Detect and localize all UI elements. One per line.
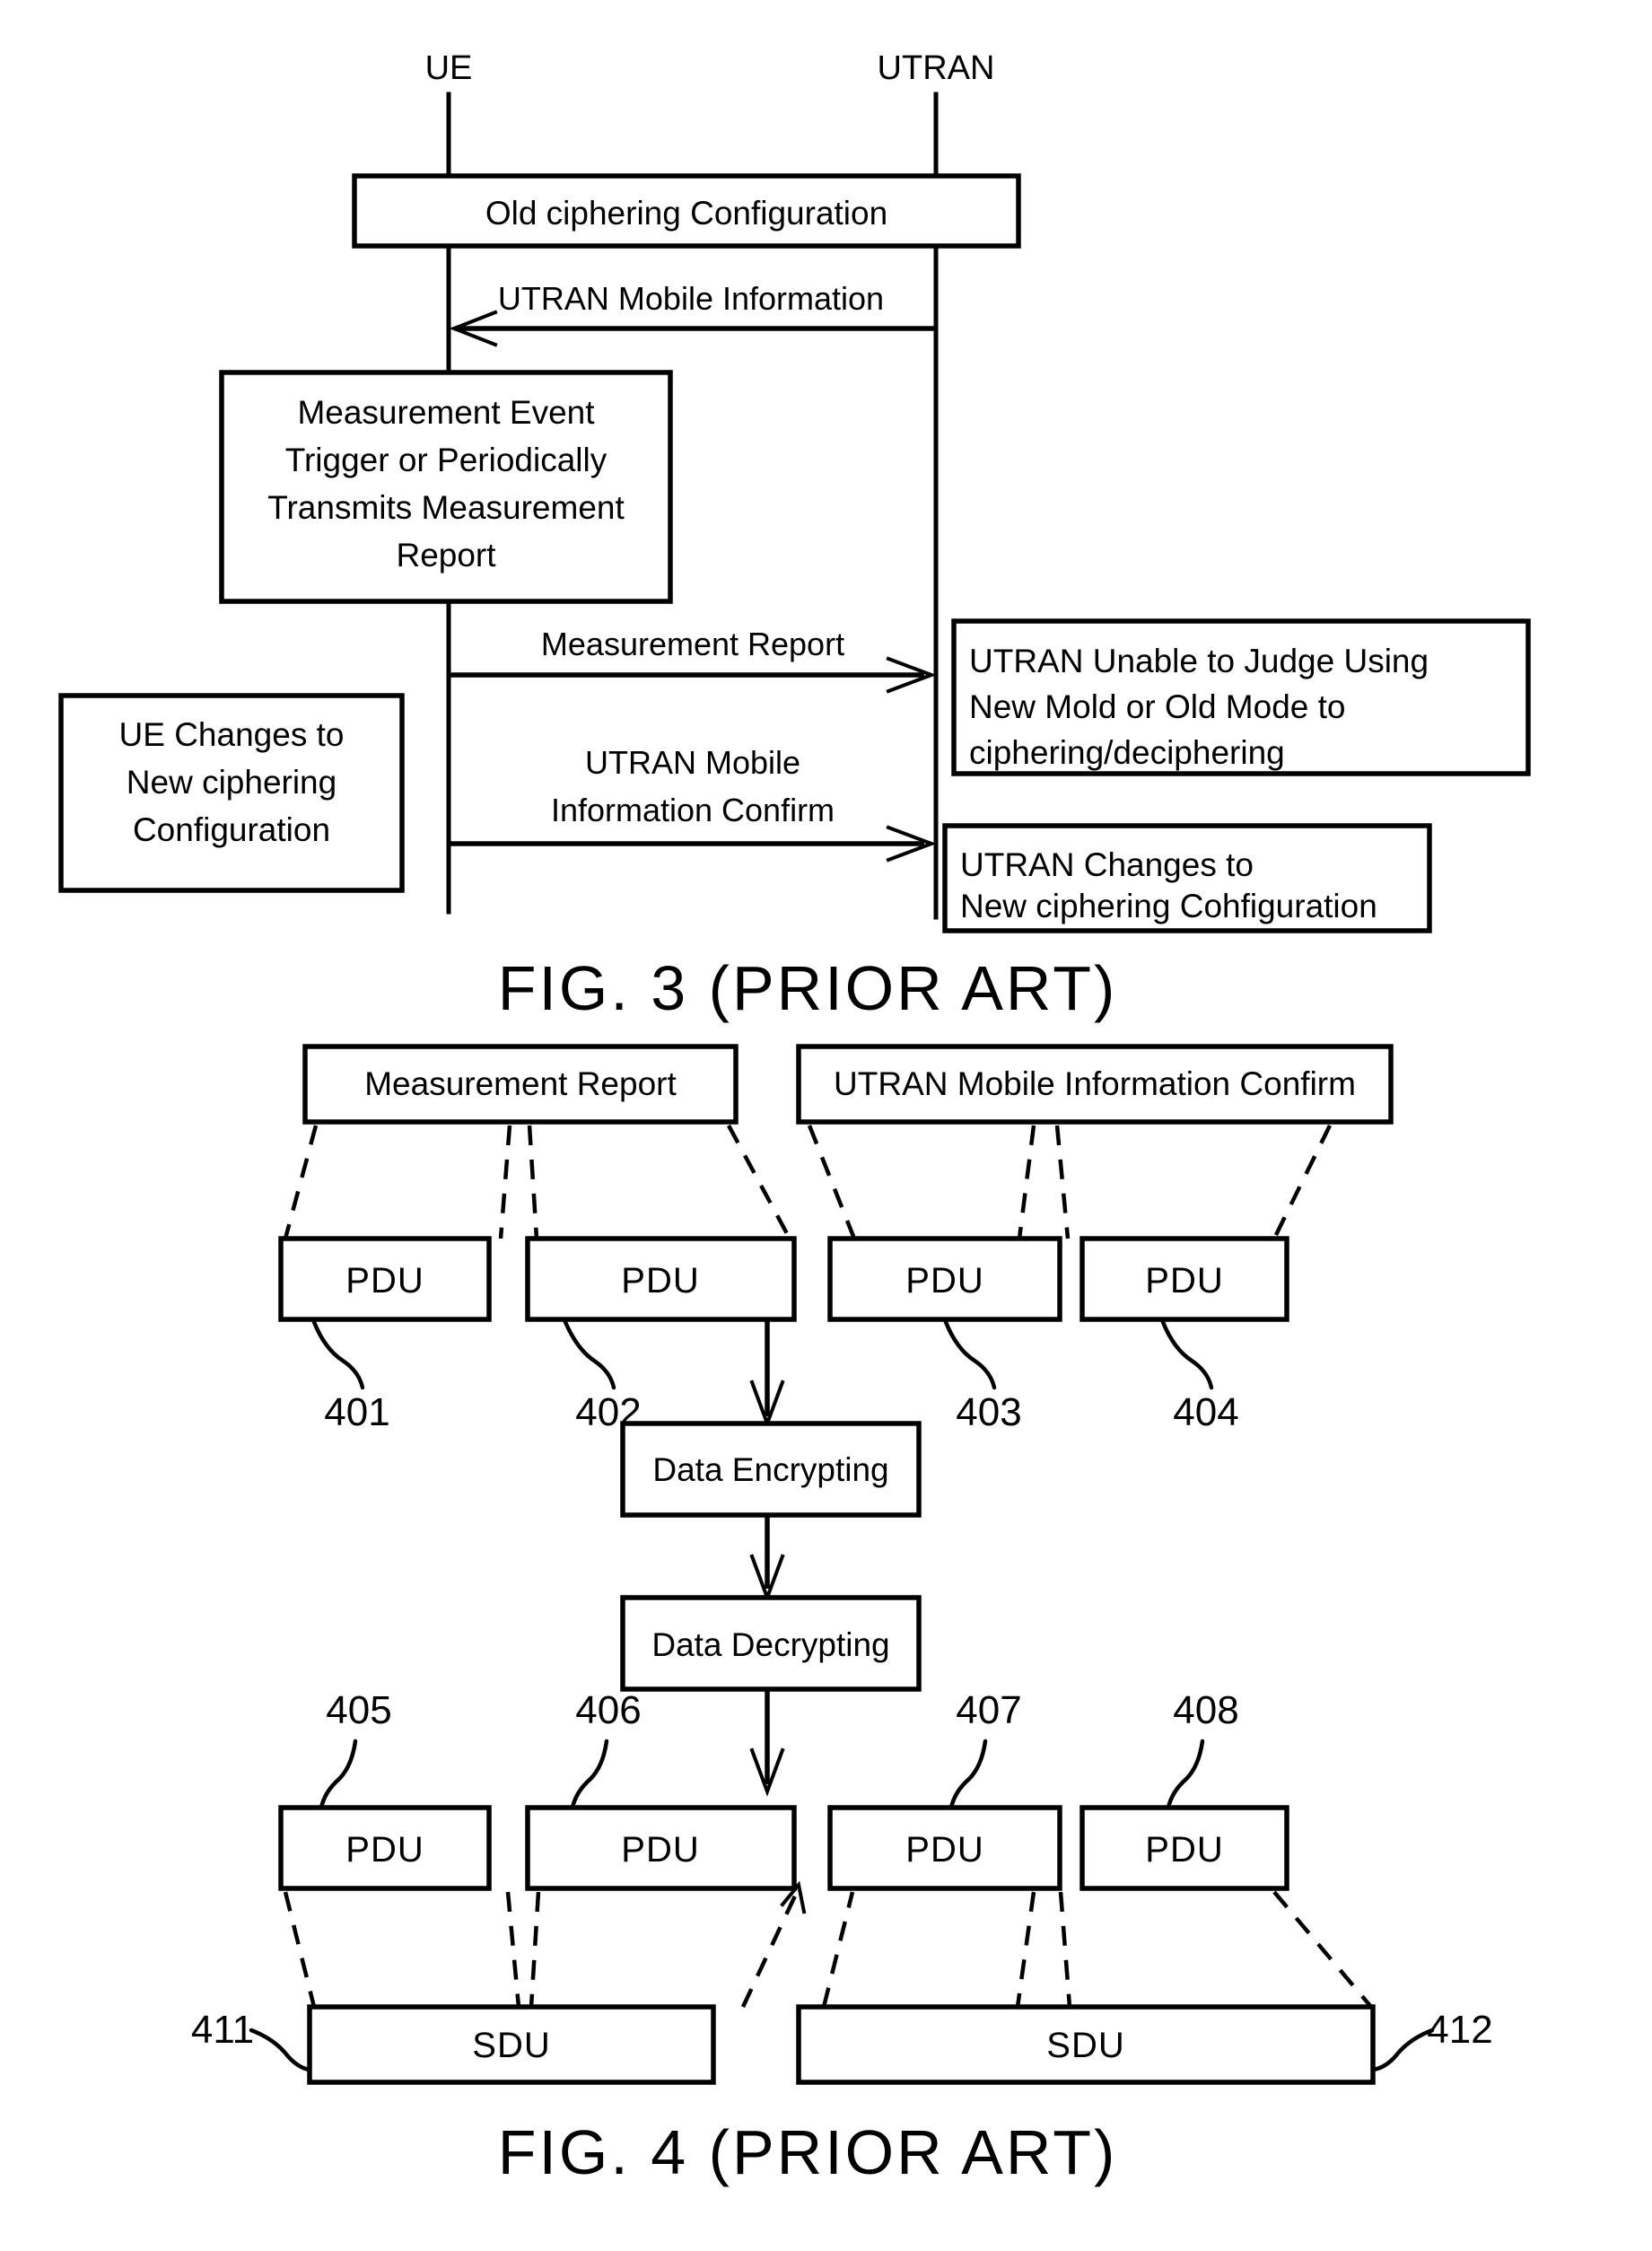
box-ue-changes-line-3: Configuration (133, 811, 330, 848)
ref-401: 401 (324, 1390, 389, 1434)
connector-uc-to-pdu404-right (1054, 1125, 1071, 1239)
connector-uc-to-pdu404-left (1017, 1125, 1036, 1239)
ref-407: 407 (956, 1688, 1021, 1732)
box-old-ciphering-configuration-label: Old ciphering Configuration (485, 195, 887, 232)
connector-pdu405-to-sdu411 (283, 1891, 317, 2008)
ref-406: 406 (575, 1688, 641, 1732)
box-utran-unable-line-3: ciphering/deciphering (969, 734, 1285, 771)
box-pdu-401-label: PDU (345, 1261, 424, 1301)
message-label-measurement-report: Measurement Report (541, 626, 844, 662)
figure-4-caption: FIG. 4 (PRIOR ART) (498, 2117, 1118, 2187)
leader-404 (1160, 1319, 1214, 1390)
box-pdu-408-label: PDU (1145, 1830, 1223, 1870)
connector-pdu408-to-sdu412-right (1058, 1891, 1072, 2008)
ref-404: 404 (1173, 1390, 1238, 1434)
box-pdu-404-label: PDU (1145, 1261, 1223, 1301)
connector-pdu408-to-sdu412-end (1272, 1890, 1373, 2009)
lifeline-label-ue: UE (425, 49, 473, 87)
ref-411: 411 (191, 2008, 254, 2052)
box-ue-changes-line-1: UE Changes to (119, 716, 345, 753)
ref-403: 403 (956, 1390, 1021, 1434)
leader-408 (1166, 1739, 1205, 1810)
lifeline-label-utran: UTRAN (878, 49, 995, 87)
figure-3: UE UTRAN Old ciphering Configuration UTR… (58, 49, 1531, 1023)
connector-sdu412-to-pdu406 (740, 1891, 800, 2008)
leader-406 (570, 1739, 609, 1810)
ref-405: 405 (326, 1688, 391, 1732)
box-sdu-412-label: SDU (1046, 2026, 1124, 2065)
message-label-utran-confirm-line-1: UTRAN Mobile (585, 744, 800, 781)
box-pdu-403-label: PDU (905, 1261, 983, 1301)
message-label-utran-mobile-information: UTRAN Mobile Information (498, 280, 884, 317)
connector-pdu408-to-sdu412-left (1015, 1891, 1036, 2008)
box-data-decrypting-label: Data Decrypting (651, 1626, 889, 1663)
leader-412 (1370, 2028, 1435, 2072)
box-utran-confirm-message-label: UTRAN Mobile Information Confirm (834, 1065, 1356, 1102)
box-utran-unable-line-2: New Mold or Old Mode to (969, 688, 1346, 725)
ref-408: 408 (1173, 1688, 1238, 1732)
leader-405 (319, 1739, 358, 1810)
connector-pdu406-to-sdu411-left (505, 1891, 521, 2008)
connector-uc-to-pdu404-end (1272, 1125, 1333, 1239)
box-measurement-event-line-3: Transmits Measurement (267, 489, 625, 526)
box-utran-changes-line-2: New ciphering Cohfiguration (960, 888, 1377, 924)
connector-mr-to-pdu402-left (498, 1125, 512, 1239)
box-measurement-event-line-4: Report (396, 537, 496, 574)
connector-mr-to-pdu402-right (527, 1125, 539, 1239)
box-measurement-event-line-2: Trigger or Periodically (285, 442, 607, 478)
patent-drawing-sheet: UE UTRAN Old ciphering Configuration UTR… (0, 0, 1652, 2251)
box-pdu-402-label: PDU (621, 1261, 699, 1301)
connector-pdu406-to-sdu411-right (529, 1891, 541, 2008)
box-ue-changes-line-2: New ciphering (127, 764, 337, 801)
leader-407 (948, 1739, 988, 1810)
box-measurement-event-line-1: Measurement Event (297, 394, 595, 431)
box-pdu-407-label: PDU (905, 1830, 983, 1870)
connector-mr-to-pdu402-end (727, 1124, 791, 1240)
box-utran-unable-line-1: UTRAN Unable to Judge Using (969, 643, 1429, 679)
box-utran-changes-line-1: UTRAN Changes to (960, 846, 1254, 883)
box-pdu-405-label: PDU (345, 1830, 424, 1870)
connector-pdu407-to-sdu412 (821, 1891, 855, 2008)
ref-412: 412 (1427, 2008, 1492, 2052)
leader-403 (943, 1319, 997, 1390)
box-data-encrypting-label: Data Encrypting (652, 1451, 888, 1488)
message-label-utran-confirm-line-2: Information Confirm (551, 792, 835, 828)
leader-401 (311, 1319, 365, 1390)
drawing-canvas: UE UTRAN Old ciphering Configuration UTR… (58, 49, 1531, 2187)
connector-mr-to-pdu401 (283, 1125, 319, 1239)
box-measurement-report-message-label: Measurement Report (364, 1065, 677, 1102)
leader-402 (563, 1319, 616, 1390)
figure-3-caption: FIG. 3 (PRIOR ART) (498, 953, 1118, 1023)
connector-uc-to-pdu403 (807, 1125, 857, 1239)
box-pdu-406-label: PDU (621, 1830, 699, 1870)
figure-4: Measurement Report UTRAN Mobile Informat… (191, 1044, 1493, 2187)
box-sdu-411-label: SDU (472, 2026, 550, 2065)
leader-411 (249, 2028, 312, 2072)
